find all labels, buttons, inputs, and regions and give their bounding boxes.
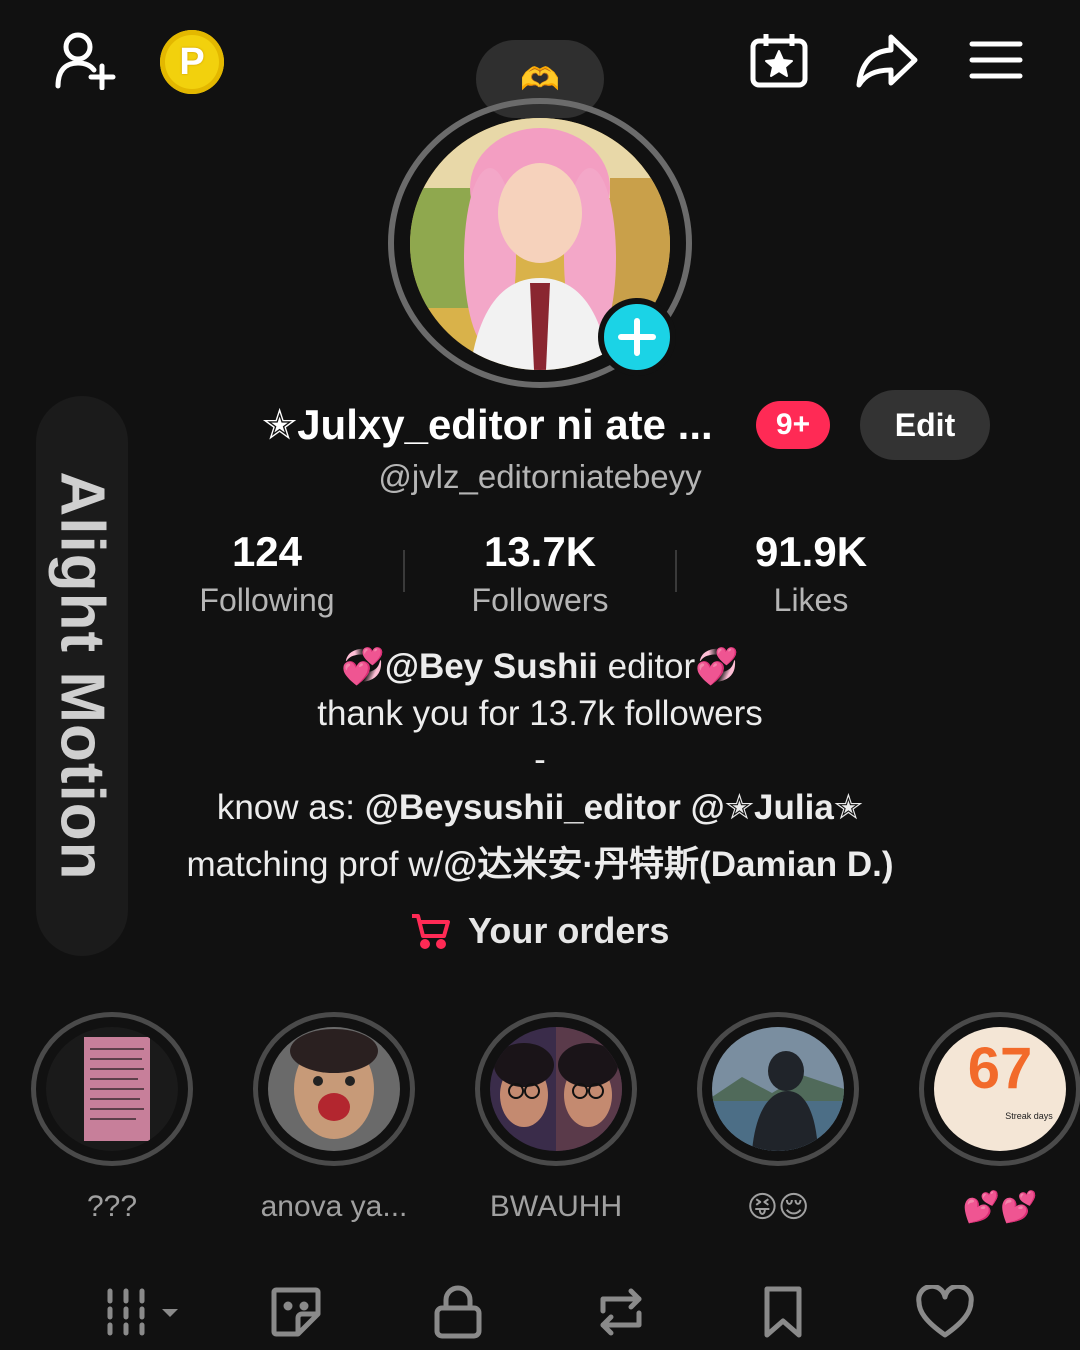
- notification-badge[interactable]: 9+: [756, 401, 830, 449]
- bio-text: matching prof w/: [186, 845, 444, 884]
- streak-number: 67: [967, 1036, 1033, 1101]
- calendar-button[interactable]: [748, 30, 810, 90]
- stat-value: 13.7K: [483, 528, 597, 575]
- bio-emoji: 💞: [695, 647, 739, 686]
- your-orders-button[interactable]: Your orders: [410, 910, 669, 952]
- stat-divider: [403, 550, 405, 592]
- heart-hands-emoji: 🫶: [520, 61, 560, 97]
- plus-icon: [618, 318, 656, 356]
- username: @jvlz_editorniatebeyy: [378, 458, 702, 495]
- menu-button[interactable]: [966, 36, 1026, 84]
- sticker-icon: [271, 1287, 321, 1337]
- coins-button[interactable]: P: [158, 28, 226, 96]
- heart-icon: [916, 1285, 974, 1338]
- display-name: ✭Julxy_editor ni ate ...: [262, 401, 713, 448]
- tab-liked[interactable]: [914, 1284, 976, 1340]
- lock-icon: [434, 1285, 482, 1339]
- bio-text: editor: [597, 647, 696, 686]
- bookmark-icon: [764, 1286, 802, 1338]
- bio-mention[interactable]: @达米安·丹特斯(Damian D.): [443, 845, 893, 884]
- highlight-label: anova ya...: [260, 1190, 408, 1223]
- share-button[interactable]: [854, 32, 920, 90]
- bio-line-5: matching prof w/@达米安·丹特斯(Damian D.): [0, 836, 1080, 887]
- tab-videos[interactable]: [100, 1284, 184, 1340]
- add-friend-button[interactable]: [50, 28, 120, 92]
- bio-emoji: 💞: [341, 647, 385, 686]
- bio-line-2: thank you for 13.7k followers: [317, 694, 763, 733]
- highlight-item[interactable]: BWAUHH: [475, 1012, 637, 1224]
- bio-line-1: 💞@Bey Sushii editor💞: [0, 646, 1080, 687]
- share-arrow-icon: [856, 34, 918, 88]
- tab-favorites[interactable]: [758, 1284, 808, 1340]
- bio-mention[interactable]: @Bey Sushii: [385, 647, 598, 686]
- highlight-item[interactable]: anova ya...: [253, 1012, 415, 1224]
- repost-icon: [600, 1288, 642, 1336]
- bio-line-4: know as: @Beysushii_editor @✭Julia✭: [0, 788, 1080, 828]
- stat-value: 91.9K: [754, 528, 868, 575]
- stat-following[interactable]: 124 Following: [137, 528, 397, 619]
- shopping-cart-icon: [412, 914, 450, 949]
- stat-label: Following: [199, 582, 335, 618]
- highlight-label: ???: [86, 1190, 138, 1223]
- person-add-icon: [55, 32, 116, 90]
- tab-reposts[interactable]: [590, 1284, 652, 1340]
- streak-text: Streak days: [1005, 1111, 1053, 1121]
- coin-icon: P: [160, 30, 224, 94]
- highlight-cover: [253, 1012, 415, 1166]
- hamburger-menu-icon: [969, 41, 1023, 79]
- highlight-cover: [475, 1012, 637, 1166]
- tab-private[interactable]: [430, 1284, 486, 1340]
- highlight-item[interactable]: 😝😌: [697, 1012, 859, 1225]
- your-orders-label: Your orders: [468, 910, 670, 951]
- stat-value: 124: [231, 528, 303, 575]
- stat-divider: [675, 550, 677, 592]
- stat-likes[interactable]: 91.9K Likes: [681, 528, 941, 619]
- grid-dropdown-icon: [107, 1288, 178, 1336]
- stat-followers[interactable]: 13.7K Followers: [410, 528, 670, 619]
- bio-text: know as:: [216, 788, 365, 827]
- highlight-item[interactable]: 67 Streak days 💕💕: [919, 1012, 1080, 1225]
- highlight-label: 💕💕: [962, 1191, 1038, 1224]
- highlight-cover: [31, 1012, 193, 1166]
- stat-label: Followers: [471, 582, 609, 618]
- highlight-label: 😝😌: [746, 1191, 810, 1224]
- bio-mention[interactable]: @Beysushii_editor @✭Julia✭: [365, 788, 863, 827]
- highlight-cover: [697, 1012, 859, 1166]
- tab-stickers[interactable]: [266, 1284, 326, 1340]
- edit-profile-button[interactable]: Edit: [860, 390, 990, 460]
- highlight-label: BWAUHH: [489, 1190, 623, 1223]
- highlight-item[interactable]: ???: [31, 1012, 193, 1224]
- add-story-button[interactable]: [598, 298, 676, 376]
- highlight-cover: 67 Streak days: [919, 1012, 1080, 1166]
- calendar-star-icon: [750, 34, 808, 88]
- stat-label: Likes: [773, 582, 849, 618]
- bio-line-3: -: [534, 740, 546, 779]
